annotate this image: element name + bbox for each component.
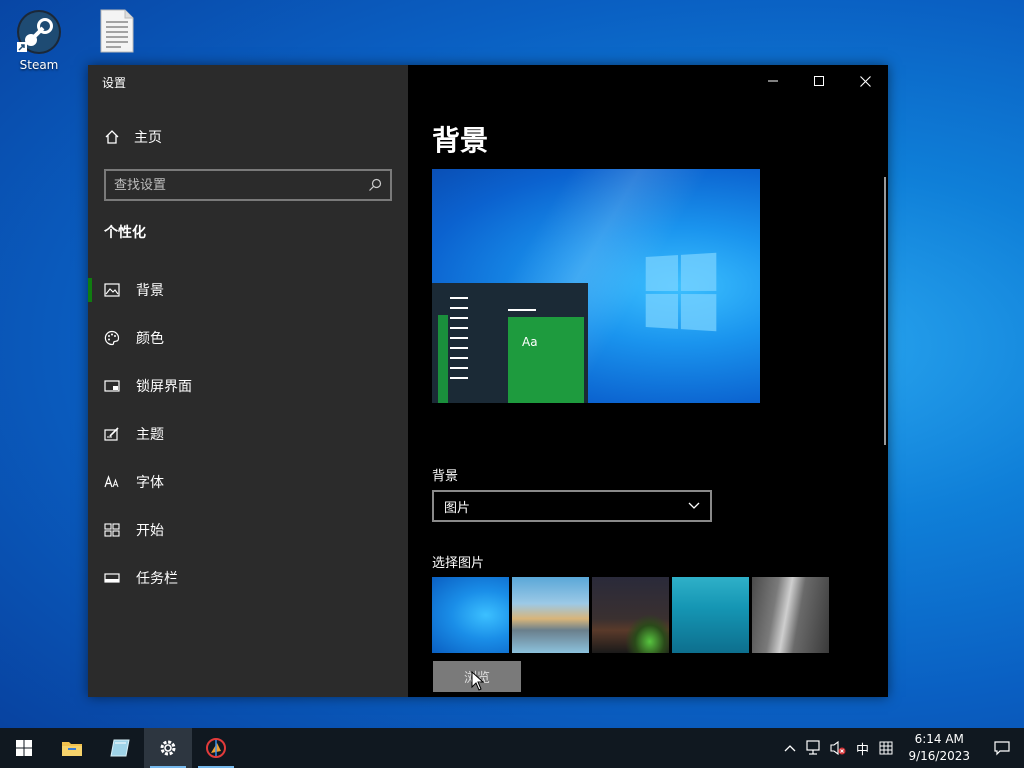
nav-home-label: 主页 <box>134 130 162 146</box>
sidebar-item-label: 背景 <box>136 283 164 299</box>
sidebar-item-lock-screen[interactable]: 锁屏界面 <box>88 362 408 410</box>
folder-icon <box>62 742 82 756</box>
section-title: 个性化 <box>104 225 146 241</box>
desktop-icon-label: Steam <box>19 58 59 72</box>
thumbnail-windows-blue[interactable] <box>432 577 509 653</box>
volume-button[interactable] <box>826 728 850 768</box>
taskbar: 中 6:14 AM 9/16/2023 <box>0 728 1024 768</box>
choose-picture-label: 选择图片 <box>432 556 485 571</box>
picture-thumbnails <box>432 577 829 653</box>
windows-start-icon <box>16 740 32 756</box>
chevron-up-icon <box>785 745 796 752</box>
palette-icon <box>104 330 120 346</box>
ime-options-button[interactable] <box>874 728 898 768</box>
steam-icon <box>17 10 61 54</box>
sidebar-item-label: 字体 <box>136 475 164 491</box>
network-icon <box>806 740 821 755</box>
preview-tile-text: Aa <box>522 335 538 349</box>
network-button[interactable] <box>802 728 826 768</box>
clock-time: 6:14 AM <box>914 732 964 746</box>
ime-grid-icon <box>879 741 893 755</box>
taskbar-app-sketch[interactable] <box>96 728 144 768</box>
windows-logo-icon <box>645 252 717 332</box>
home-icon <box>105 130 119 144</box>
sidebar: 设置 主页 个性化 背景 <box>88 65 408 697</box>
lock-screen-icon <box>104 378 120 394</box>
page-title: 背景 <box>432 124 489 157</box>
font-icon <box>104 474 120 490</box>
close-button[interactable] <box>842 65 888 97</box>
picture-icon <box>104 282 120 298</box>
settings-search-box[interactable] <box>104 169 392 201</box>
search-input[interactable] <box>114 177 368 193</box>
thumbnail-underwater-swimmer[interactable] <box>672 577 749 653</box>
personalization-nav: 背景 颜色 锁屏界面 主题 字体 开始 任务栏 <box>88 266 408 602</box>
preview-tiles: Aa <box>508 317 584 403</box>
color-picker-icon <box>206 738 226 758</box>
document-icon <box>100 9 134 53</box>
search-icon[interactable] <box>368 178 382 192</box>
desktop-icon-steam[interactable]: Steam <box>4 8 74 72</box>
dropdown-value: 图片 <box>444 500 471 516</box>
maximize-icon <box>814 76 824 86</box>
chevron-down-icon <box>688 502 700 509</box>
sidebar-item-label: 锁屏界面 <box>136 379 192 395</box>
thumbnail-rock-cliff[interactable] <box>752 577 829 653</box>
show-hidden-icons-button[interactable] <box>778 728 802 768</box>
sidebar-item-label: 开始 <box>136 523 164 539</box>
clock[interactable]: 6:14 AM 9/16/2023 <box>898 728 980 768</box>
window-controls <box>750 65 888 97</box>
content-pane: 背景 Aa 背景 图片 选择图片 浏览 <box>408 65 888 697</box>
notifications-button[interactable] <box>980 728 1024 768</box>
sidebar-item-colors[interactable]: 颜色 <box>88 314 408 362</box>
system-tray: 中 6:14 AM 9/16/2023 <box>778 728 1024 768</box>
sidebar-item-start[interactable]: 开始 <box>88 506 408 554</box>
sidebar-item-background[interactable]: 背景 <box>88 266 408 314</box>
ime-mode-label: 中 <box>855 742 869 758</box>
thumbnail-night-sky-tent[interactable] <box>592 577 669 653</box>
desktop-icon-document[interactable] <box>82 8 152 56</box>
sidebar-item-taskbar[interactable]: 任务栏 <box>88 554 408 602</box>
taskbar-file-explorer[interactable] <box>48 728 96 768</box>
thumbnail-beach-rocks[interactable] <box>512 577 589 653</box>
background-preview: Aa <box>432 169 760 403</box>
sidebar-item-themes[interactable]: 主题 <box>88 410 408 458</box>
clock-date: 9/16/2023 <box>908 749 970 763</box>
mouse-cursor-icon <box>471 671 485 691</box>
taskbar-settings[interactable] <box>144 728 192 768</box>
start-icon <box>104 522 120 538</box>
sidebar-item-label: 颜色 <box>136 331 164 347</box>
start-menu-preview: Aa <box>432 283 588 403</box>
sidebar-item-fonts[interactable]: 字体 <box>88 458 408 506</box>
volume-muted-icon <box>830 740 846 756</box>
background-type-dropdown[interactable]: 图片 <box>432 490 712 522</box>
sketch-app-icon <box>110 739 130 757</box>
sidebar-item-label: 任务栏 <box>136 571 178 587</box>
window-title: 设置 <box>102 76 127 90</box>
ime-language-button[interactable]: 中 <box>850 728 874 768</box>
minimize-button[interactable] <box>750 65 796 97</box>
taskbar-icon <box>104 570 120 586</box>
nav-home[interactable]: 主页 <box>104 127 162 147</box>
close-icon <box>859 75 871 87</box>
taskbar-app-picker[interactable] <box>192 728 240 768</box>
notification-icon <box>994 741 1010 756</box>
start-button[interactable] <box>0 728 48 768</box>
settings-window: 设置 主页 个性化 背景 <box>88 65 888 697</box>
gear-icon <box>160 740 176 756</box>
maximize-button[interactable] <box>796 65 842 97</box>
minimize-icon <box>768 80 778 82</box>
theme-icon <box>104 426 120 442</box>
scrollbar[interactable] <box>884 177 886 445</box>
background-label: 背景 <box>432 469 459 484</box>
sidebar-item-label: 主题 <box>136 427 164 443</box>
